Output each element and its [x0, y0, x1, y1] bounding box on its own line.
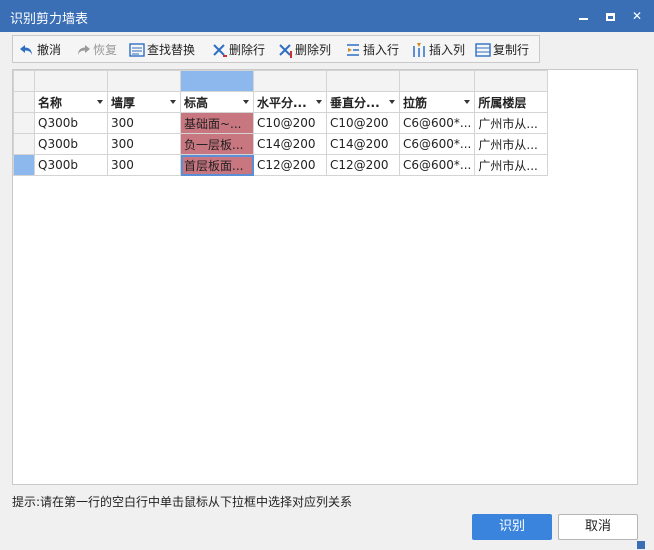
redo-icon	[78, 44, 90, 55]
insert-row-label: 插入行	[363, 43, 400, 57]
minimize-button[interactable]	[572, 6, 594, 26]
copy-row-label: 复制行	[493, 43, 530, 57]
row-header[interactable]	[13, 112, 35, 134]
delete-column-button[interactable]: 删除列	[277, 40, 331, 60]
insert-row-button[interactable]: 插入行	[345, 40, 399, 60]
table-cell[interactable]: 广州市从...	[474, 112, 549, 134]
resize-grip[interactable]	[637, 541, 645, 549]
mapping-row	[13, 70, 549, 92]
mapping-cell[interactable]	[34, 70, 108, 92]
table-cell[interactable]: 300	[107, 112, 181, 134]
corner-cell	[13, 70, 35, 92]
column-header-horizontal[interactable]: 水平分...	[253, 91, 327, 113]
table-cell[interactable]: C6@600*...	[398, 112, 476, 134]
mapping-cell[interactable]	[474, 70, 549, 92]
table-cell[interactable]: Q300b	[34, 133, 108, 155]
table-cell[interactable]: C12@200	[253, 154, 327, 176]
table-row: Q300b 300 首层板面... C12@200 C12@200 C6@600…	[13, 154, 549, 176]
table-cell[interactable]: C12@200	[326, 154, 400, 176]
table-cell[interactable]: Q300b	[34, 154, 108, 176]
undo-label: 撤消	[37, 43, 62, 57]
column-header-tie-bar[interactable]: 拉筋	[398, 91, 476, 113]
toolbar: 撤消 恢复 查找替换 删除行 删除列 插入行 插入列 复制行	[12, 35, 540, 63]
delete-row-label: 删除行	[229, 43, 266, 57]
mapping-cell[interactable]	[398, 70, 476, 92]
cancel-button[interactable]: 取消	[558, 514, 638, 540]
column-header-elevation[interactable]: 标高	[180, 91, 254, 113]
redo-button[interactable]: 恢复	[75, 40, 117, 60]
redo-label: 恢复	[93, 43, 118, 57]
recognize-button[interactable]: 识别	[472, 514, 552, 540]
table-cell-highlighted[interactable]: 基础面~...	[180, 112, 254, 134]
column-header-thickness[interactable]: 墙厚	[107, 91, 181, 113]
column-header-vertical[interactable]: 垂直分...	[326, 91, 400, 113]
copy-row-icon	[475, 42, 491, 57]
find-replace-icon	[129, 42, 145, 57]
maximize-icon	[605, 12, 615, 21]
table-row: Q300b 300 基础面~... C10@200 C10@200 C6@600…	[13, 112, 549, 134]
undo-icon	[20, 44, 32, 55]
dropdown-arrow-icon[interactable]	[170, 100, 176, 104]
table-cell[interactable]: 300	[107, 154, 181, 176]
mapping-cell[interactable]	[107, 70, 181, 92]
insert-column-button[interactable]: 插入列	[411, 40, 465, 60]
table-cell[interactable]: C6@600*...	[398, 154, 476, 176]
copy-row-button[interactable]: 复制行	[475, 40, 529, 60]
table-cell[interactable]: Q300b	[34, 112, 108, 134]
table-row: Q300b 300 负一层板... C14@200 C14@200 C6@600…	[13, 133, 549, 155]
dropdown-arrow-icon[interactable]	[389, 100, 395, 104]
column-header-row: 名称 墙厚 标高 水平分... 垂直分... 拉筋 所属楼层	[13, 91, 549, 113]
table-cell[interactable]: 广州市从...	[474, 133, 549, 155]
mapping-cell[interactable]	[326, 70, 400, 92]
table-cell[interactable]: C10@200	[326, 112, 400, 134]
row-header[interactable]	[13, 133, 35, 155]
table-cell[interactable]: C14@200	[253, 133, 327, 155]
table-cell[interactable]: 广州市从...	[474, 154, 549, 176]
close-icon: ✕	[631, 9, 643, 23]
data-grid: 名称 墙厚 标高 水平分... 垂直分... 拉筋 所属楼层 Q300b 300…	[13, 70, 549, 176]
column-header-name[interactable]: 名称	[34, 91, 108, 113]
table-cell[interactable]: C6@600*...	[398, 133, 476, 155]
insert-column-icon	[413, 42, 425, 57]
title-bar: 识别剪力墙表 ✕	[0, 0, 654, 32]
insert-row-icon	[347, 43, 359, 56]
delete-row-icon	[213, 43, 227, 57]
minimize-icon	[578, 17, 588, 20]
delete-column-label: 删除列	[295, 43, 332, 57]
window-title: 识别剪力墙表	[10, 12, 89, 27]
dropdown-arrow-icon[interactable]	[464, 100, 471, 104]
insert-column-label: 插入列	[429, 43, 466, 57]
table-cell-highlighted[interactable]: 负一层板...	[180, 133, 254, 155]
delete-row-button[interactable]: 删除行	[211, 40, 265, 60]
table-cell[interactable]: C14@200	[326, 133, 400, 155]
dropdown-arrow-icon[interactable]	[316, 100, 322, 104]
find-replace-label: 查找替换	[147, 43, 196, 57]
row-header-active[interactable]	[13, 154, 35, 176]
table-cell[interactable]: 300	[107, 133, 181, 155]
dropdown-arrow-icon[interactable]	[97, 100, 103, 104]
dropdown-arrow-icon[interactable]	[243, 100, 249, 104]
close-button[interactable]: ✕	[626, 6, 648, 26]
maximize-button[interactable]	[599, 6, 621, 26]
wall-table: 名称 墙厚 标高 水平分... 垂直分... 拉筋 所属楼层 Q300b 300…	[12, 69, 638, 485]
table-cell[interactable]: C10@200	[253, 112, 327, 134]
column-header-floor[interactable]: 所属楼层	[474, 91, 549, 113]
row-header	[13, 91, 35, 113]
mapping-cell[interactable]	[253, 70, 327, 92]
hint-text: 提示:请在第一行的空白行中单击鼠标从下拉框中选择对应列关系	[12, 495, 353, 509]
undo-button[interactable]: 撤消	[19, 40, 61, 60]
delete-column-icon	[279, 43, 292, 58]
find-replace-button[interactable]: 查找替换	[129, 40, 195, 60]
mapping-cell-selected[interactable]	[180, 70, 254, 92]
table-cell-focused[interactable]: 首层板面...	[180, 154, 254, 176]
